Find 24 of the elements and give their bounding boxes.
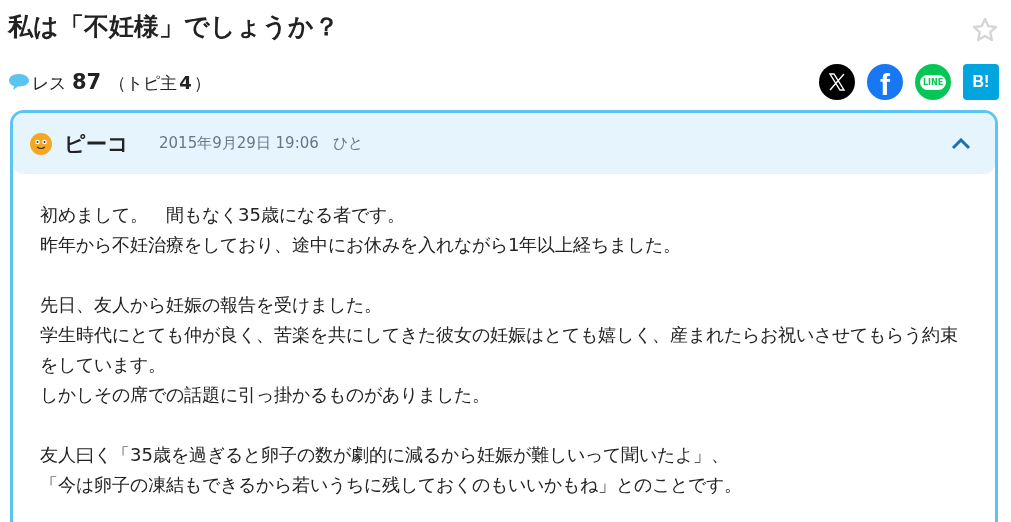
topic-title: 私は「不妊様」でしょうか？ [8, 10, 339, 43]
owner-label: （トピ主 [109, 71, 178, 95]
smiley-icon [30, 132, 52, 155]
owner-count: 4 [179, 71, 192, 93]
author-name: ピーコ [64, 130, 129, 158]
post-text-line: 先日、友人から妊娠の報告を受けました。 [40, 293, 383, 317]
post-text-line: しかしその席での話題に引っ掛かるものがありました。 [40, 383, 491, 407]
favorite-star-icon[interactable] [971, 16, 999, 44]
facebook-share-button[interactable]: f [867, 64, 903, 100]
hatena-share-button[interactable]: B! [963, 64, 999, 100]
post-date: 2015年9月29日 19:06 [159, 134, 319, 153]
post-text-line: 昨年から不妊治療をしており、途中にお休みを入れながら1年以上経ちました。 [40, 233, 683, 257]
speech-bubble-icon [8, 73, 30, 91]
post-text-line: 友人曰く「35歳を過ぎると卵子の数が劇的に減るから妊娠が難しいって聞いたよ」、 [40, 443, 730, 467]
res-count: 87 [72, 69, 102, 94]
post-text-line: 学生時代にとても仲が良く、苦楽を共にしてきた彼女の妊娠はとても嬉しく、産まれたらお祝いさせてもらう約束をしています。 [40, 323, 959, 377]
x-share-icon[interactable] [819, 64, 855, 100]
res-label: レス [32, 71, 66, 95]
post-text-line: 「今は卵子の凍結もできるから若いうちに残しておくのもいいかもね」とのことです。 [40, 473, 743, 497]
post-category: ひと [332, 134, 363, 153]
owner-close: ） [193, 71, 211, 95]
chevron-icon[interactable] [951, 137, 971, 150]
post-text-line: 初めまして。 間もなく35歳になる者です。 [40, 203, 406, 227]
line-share-button[interactable]: LINE [915, 64, 951, 100]
